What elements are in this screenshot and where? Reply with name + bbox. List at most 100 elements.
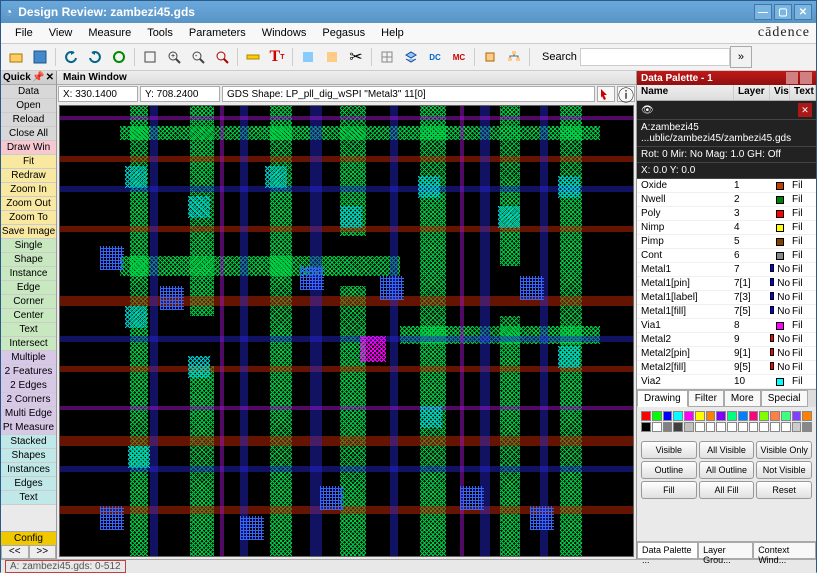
side-btn-open[interactable]: Open: [1, 99, 56, 113]
tb-mc-icon[interactable]: MC: [448, 46, 470, 68]
menu-windows[interactable]: Windows: [254, 25, 315, 41]
config-menu-button[interactable]: Config Menu: [1, 531, 56, 545]
layer-row[interactable]: Metal17 NoFil: [637, 263, 816, 277]
side-btn-single[interactable]: Single: [1, 239, 56, 253]
side-btn-2-corners[interactable]: 2 Corners: [1, 393, 56, 407]
layer-row[interactable]: Metal2[fill]9[5] NoFil: [637, 361, 816, 375]
color-swatch[interactable]: [749, 411, 759, 421]
color-swatch[interactable]: [663, 422, 673, 432]
side-btn-fit[interactable]: Fit: [1, 155, 56, 169]
btab-data-palette[interactable]: Data Palette ...: [637, 542, 698, 559]
side-btn-zoom-out[interactable]: Zoom Out: [1, 197, 56, 211]
color-swatch[interactable]: [716, 422, 726, 432]
color-swatch[interactable]: [706, 411, 716, 421]
color-swatch[interactable]: [792, 411, 802, 421]
layer-row[interactable]: Poly3Fil: [637, 207, 816, 221]
color-swatch[interactable]: [695, 411, 705, 421]
close-button[interactable]: ✕: [794, 4, 812, 20]
menu-parameters[interactable]: Parameters: [181, 25, 254, 41]
layer-row[interactable]: Oxide1Fil: [637, 179, 816, 193]
tb-layer2-icon[interactable]: [321, 46, 343, 68]
color-swatch[interactable]: [716, 411, 726, 421]
side-btn-edges[interactable]: Edges: [1, 477, 56, 491]
color-swatch[interactable]: [727, 422, 737, 432]
side-btn-center[interactable]: Center: [1, 309, 56, 323]
color-swatch[interactable]: [663, 411, 673, 421]
side-btn-edge[interactable]: Edge: [1, 281, 56, 295]
side-btn-instance[interactable]: Instance: [1, 267, 56, 281]
vis-reset[interactable]: Reset: [756, 481, 812, 499]
color-swatch[interactable]: [641, 411, 651, 421]
layer-row[interactable]: Metal1[pin]7[1] NoFil: [637, 277, 816, 291]
tb-dc-icon[interactable]: DC: [424, 46, 446, 68]
side-btn-instances[interactable]: Instances: [1, 463, 56, 477]
side-btn-multiple[interactable]: Multiple: [1, 351, 56, 365]
tb-save-icon[interactable]: [29, 46, 51, 68]
info-icon[interactable]: ⓘ: [617, 86, 635, 102]
side-btn-corner[interactable]: Corner: [1, 295, 56, 309]
layer-row[interactable]: Nwell2Fil: [637, 193, 816, 207]
color-swatch[interactable]: [759, 411, 769, 421]
color-swatch[interactable]: [770, 422, 780, 432]
color-swatch[interactable]: [738, 422, 748, 432]
color-swatch[interactable]: [673, 411, 683, 421]
color-swatch[interactable]: [781, 411, 791, 421]
side-btn-text[interactable]: Text: [1, 323, 56, 337]
color-swatch[interactable]: [770, 411, 780, 421]
layer-row[interactable]: Metal1[label]7[3] NoFil: [637, 291, 816, 305]
tb-zoomin-icon[interactable]: +: [163, 46, 185, 68]
tb-layers-icon[interactable]: [400, 46, 422, 68]
side-btn-redraw[interactable]: Redraw: [1, 169, 56, 183]
layer-row[interactable]: Cont6Fil: [637, 249, 816, 263]
color-swatch[interactable]: [802, 422, 812, 432]
menu-help[interactable]: Help: [373, 25, 412, 41]
tb-hier-icon[interactable]: [503, 46, 525, 68]
side-btn-intersect[interactable]: Intersect: [1, 337, 56, 351]
btab-layer-groups[interactable]: Layer Grou...: [698, 542, 753, 559]
color-swatch[interactable]: [738, 411, 748, 421]
quick-close-icon[interactable]: ✕: [46, 72, 54, 83]
menu-measure[interactable]: Measure: [80, 25, 139, 41]
color-swatch[interactable]: [684, 422, 694, 432]
tb-undo-icon[interactable]: [60, 46, 82, 68]
tb-layer1-icon[interactable]: [297, 46, 319, 68]
side-btn-text[interactable]: Text: [1, 491, 56, 505]
color-swatch[interactable]: [749, 422, 759, 432]
tab-filter[interactable]: Filter: [688, 390, 724, 407]
color-swatch[interactable]: [695, 422, 705, 432]
tb-ruler-icon[interactable]: [242, 46, 264, 68]
col-layer[interactable]: Layer: [734, 85, 770, 100]
tb-refresh-icon[interactable]: [108, 46, 130, 68]
vis-visible[interactable]: Visible: [641, 441, 697, 459]
menu-view[interactable]: View: [41, 25, 81, 41]
tb-zoomto-icon[interactable]: [211, 46, 233, 68]
color-swatch[interactable]: [759, 422, 769, 432]
col-name[interactable]: Name: [637, 85, 734, 100]
side-btn-save-image[interactable]: Save Image: [1, 225, 56, 239]
btab-context-window[interactable]: Context Wind...: [753, 542, 816, 559]
color-swatch[interactable]: [706, 422, 716, 432]
pick-icon[interactable]: [597, 86, 615, 102]
color-swatch[interactable]: [652, 411, 662, 421]
side-btn-2-edges[interactable]: 2 Edges: [1, 379, 56, 393]
tb-redo-icon[interactable]: [84, 46, 106, 68]
tab-special[interactable]: Special: [761, 390, 808, 407]
search-input[interactable]: [580, 48, 730, 66]
color-swatch[interactable]: [792, 422, 802, 432]
side-btn-zoom-in[interactable]: Zoom In: [1, 183, 56, 197]
vis-all-visible[interactable]: All Visible: [699, 441, 755, 459]
color-swatch[interactable]: [673, 422, 683, 432]
eye-icon[interactable]: 👁: [641, 105, 654, 116]
menu-tools[interactable]: Tools: [139, 25, 181, 41]
next-button[interactable]: >>: [29, 545, 57, 559]
layer-row[interactable]: Metal2[pin]9[1] NoFil: [637, 347, 816, 361]
palette-dock-icon[interactable]: [786, 72, 798, 84]
menu-pegasus[interactable]: Pegasus: [314, 25, 373, 41]
side-btn-shapes[interactable]: Shapes: [1, 449, 56, 463]
side-btn-draw-win[interactable]: Draw Win: [1, 141, 56, 155]
vis-all-outline[interactable]: All Outline: [699, 461, 755, 479]
vis-fill[interactable]: Fill: [641, 481, 697, 499]
layer-row[interactable]: Via210Fil: [637, 375, 816, 389]
pin-icon[interactable]: 📌: [32, 72, 44, 83]
tb-open-icon[interactable]: [5, 46, 27, 68]
